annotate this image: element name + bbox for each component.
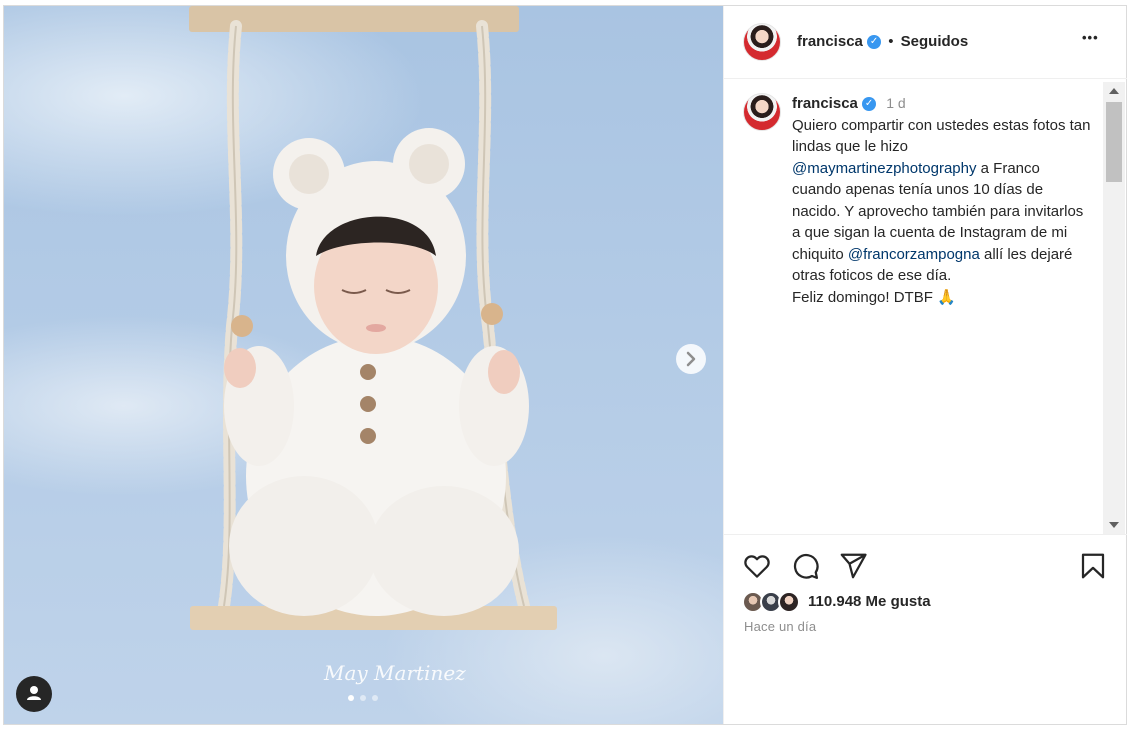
post-photo[interactable]: May Martinez (4, 6, 723, 724)
caption-line: Feliz domingo! DTBF 🙏 (792, 288, 956, 306)
scroll-down-icon[interactable] (1109, 522, 1119, 528)
verified-badge-icon: ✓ (862, 97, 877, 112)
baby-on-swing-illustration (189, 6, 557, 630)
caption-line: Quiero compartir con ustedes estas fotos… (792, 116, 1091, 156)
share-icon[interactable] (838, 551, 868, 581)
scroll-thumb[interactable] (1106, 102, 1122, 182)
post-actions: 110.948 Me gusta Hace un día (724, 534, 1127, 725)
following-button[interactable]: Seguidos (901, 33, 969, 50)
header-user-row: francisca ✓ • Seguidos (797, 33, 968, 50)
post-sidebar: francisca ✓ • Seguidos ••• francisca ✓ 1… (723, 6, 1127, 724)
next-slide-button[interactable] (676, 344, 706, 374)
user-icon (27, 686, 41, 700)
liker-avatar[interactable] (778, 591, 800, 613)
carousel-dot (372, 695, 378, 701)
post-timestamp[interactable]: Hace un día (744, 619, 816, 634)
post-header: francisca ✓ • Seguidos ••• (724, 6, 1127, 79)
caption-area: francisca ✓ 1 d Quiero compartir con ust… (724, 79, 1102, 534)
mention-link[interactable]: @francorzampogna (848, 246, 980, 263)
more-options-icon[interactable]: ••• (1082, 30, 1099, 45)
caption-username[interactable]: francisca (792, 95, 858, 112)
caption-text: francisca ✓ 1 d Quiero compartir con ust… (792, 93, 1092, 308)
comment-icon[interactable] (790, 551, 820, 581)
chevron-right-icon (686, 351, 696, 367)
mention-link[interactable]: @maymartinezphotography (792, 160, 976, 177)
caption-scrollbar[interactable] (1103, 82, 1125, 534)
separator: • (888, 33, 894, 50)
scroll-up-icon[interactable] (1109, 88, 1119, 94)
username-link[interactable]: francisca (797, 33, 863, 50)
carousel-dot (360, 695, 366, 701)
photographer-watermark: May Martinez (324, 661, 466, 685)
like-count[interactable]: 110.948 Me gusta (808, 593, 931, 610)
heart-icon[interactable] (742, 551, 772, 581)
verified-badge-icon: ✓ (867, 35, 882, 50)
carousel-dot-active (348, 695, 354, 701)
caption-age: 1 d (886, 95, 906, 111)
caption-avatar[interactable] (743, 93, 781, 131)
bookmark-icon[interactable] (1078, 551, 1108, 581)
avatar[interactable] (743, 23, 781, 61)
tagged-users-button[interactable] (16, 676, 52, 712)
